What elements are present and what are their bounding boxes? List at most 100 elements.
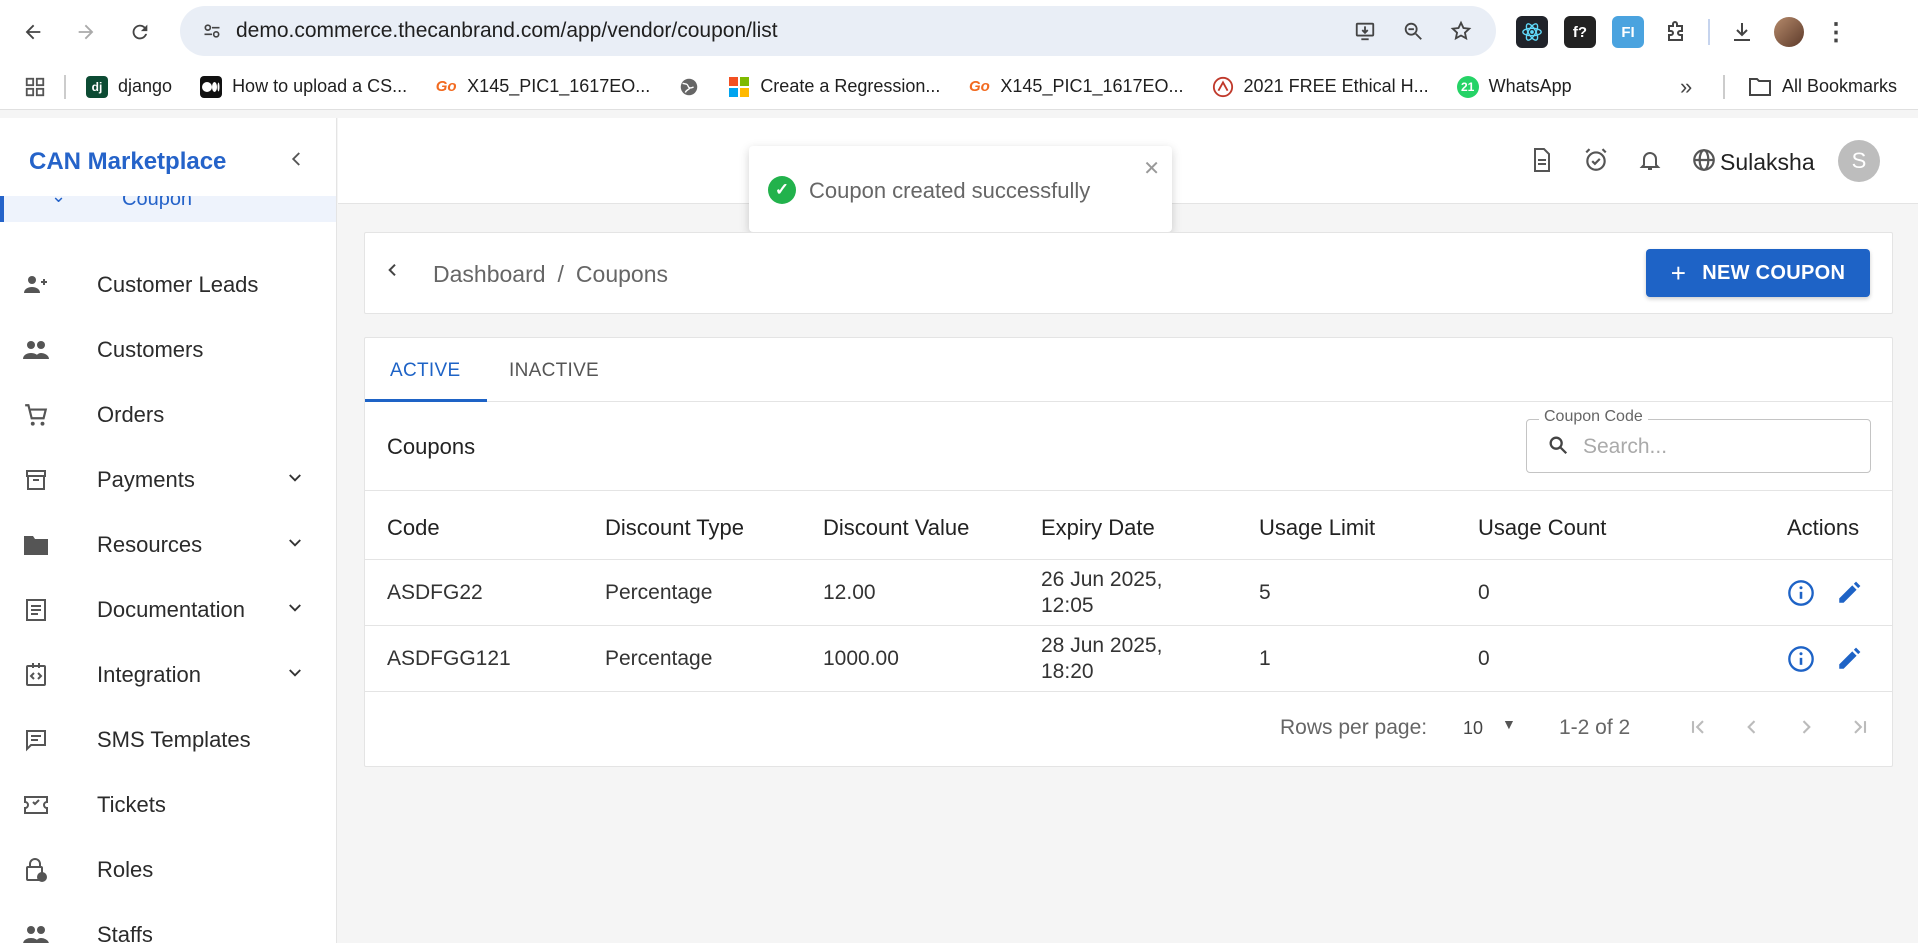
bookmark-item[interactable]: 21 WhatsApp: [1456, 75, 1572, 98]
edit-pencil-icon[interactable]: [1834, 644, 1864, 674]
bookmark-item[interactable]: Go X145_PIC1_1617EO...: [968, 76, 1184, 98]
next-page-icon[interactable]: [1793, 714, 1819, 740]
chevron-down-icon[interactable]: [286, 469, 304, 492]
close-icon[interactable]: ✕: [1143, 156, 1160, 181]
react-devtools-icon[interactable]: [1516, 16, 1548, 48]
bookmark-label: django: [118, 76, 173, 96]
lock-icon: [22, 856, 50, 884]
breadcrumb-card: Dashboard / Coupons + NEW COUPON: [364, 232, 1893, 314]
rows-per-page-select[interactable]: 10: [1463, 718, 1483, 739]
whatsapp-icon: 21: [1456, 75, 1479, 98]
bookmark-item[interactable]: [678, 76, 700, 98]
message-icon: [22, 726, 50, 754]
user-avatar[interactable]: S: [1838, 140, 1880, 182]
sidebar-item-integration[interactable]: Integration: [0, 643, 336, 707]
tab-inactive[interactable]: INACTIVE: [509, 360, 599, 382]
alarm-icon[interactable]: [1582, 146, 1610, 174]
active-tab-indicator: [365, 399, 487, 402]
sidebar-item-resources[interactable]: Resources: [0, 513, 336, 577]
bookmark-item[interactable]: How to upload a CS...: [200, 75, 407, 98]
downloads-icon[interactable]: [1726, 16, 1758, 48]
back-icon[interactable]: [15, 14, 51, 50]
sidebar-item-tickets[interactable]: Tickets: [0, 773, 336, 837]
chevron-down-icon[interactable]: [286, 534, 304, 557]
bookmark-item[interactable]: Go X145_PIC1_1617EO...: [435, 76, 651, 98]
check-circle-icon: ✓: [768, 176, 796, 204]
chevron-down-icon[interactable]: [286, 664, 304, 687]
apps-grid-icon[interactable]: [24, 76, 64, 98]
cell-expiry: 26 Jun 2025, 12:05: [1041, 567, 1201, 619]
bookmark-item[interactable]: dj django: [86, 75, 173, 98]
sidebar-item-sms-templates[interactable]: SMS Templates: [0, 708, 336, 772]
bookmark-label: X145_PIC1_1617EO...: [467, 76, 651, 96]
sidebar-item-documentation[interactable]: Documentation: [0, 578, 336, 642]
coupon-code-search[interactable]: Coupon Code Search...: [1526, 408, 1871, 473]
site-settings-icon[interactable]: [190, 21, 234, 41]
cell-usage-limit: 1: [1259, 647, 1271, 670]
back-arrow-icon[interactable]: [385, 259, 401, 285]
sidebar-item-label: Orders: [97, 402, 165, 427]
new-coupon-button[interactable]: + NEW COUPON: [1646, 249, 1870, 297]
search-input[interactable]: Search...: [1583, 435, 1667, 459]
sidebar: CAN Marketplace ⌄ Coupon Customer Leads C…: [0, 118, 337, 943]
ticket-icon: [22, 791, 50, 819]
coupon-icon: ⌄: [51, 196, 67, 206]
notification-bell-icon[interactable]: [1636, 146, 1664, 174]
tab-active[interactable]: ACTIVE: [390, 360, 460, 382]
forward-icon[interactable]: [68, 14, 104, 50]
header-discount-value: Discount Value: [823, 515, 970, 540]
sidebar-item-coupon[interactable]: ⌄ Coupon: [0, 196, 336, 222]
header-usage-limit: Usage Limit: [1259, 515, 1376, 540]
edit-pencil-icon[interactable]: [1834, 578, 1864, 608]
collapse-sidebar-icon[interactable]: [288, 148, 306, 174]
zoom-icon[interactable]: [1398, 16, 1428, 46]
fi-extension-icon[interactable]: FI: [1612, 16, 1644, 48]
cell-usage-limit: 5: [1259, 581, 1271, 604]
bookmark-star-icon[interactable]: [1446, 16, 1476, 46]
caret-down-icon[interactable]: ▼: [1502, 716, 1516, 732]
info-icon[interactable]: [1786, 644, 1816, 674]
people-icon: [22, 921, 50, 943]
header-actions: Actions: [1787, 515, 1860, 540]
profile-avatar[interactable]: [1774, 17, 1804, 47]
sidebar-item-customers[interactable]: Customers: [0, 318, 336, 382]
breadcrumb-dashboard[interactable]: Dashboard: [433, 261, 546, 288]
sidebar-item-label: Integration: [97, 662, 201, 687]
address-bar[interactable]: demo.commerce.thecanbrand.com/app/vendor…: [180, 6, 1496, 56]
sidebar-item-roles[interactable]: Roles: [0, 838, 336, 902]
sidebar-item-label: Documentation: [97, 597, 245, 622]
extensions-puzzle-icon[interactable]: [1660, 16, 1692, 48]
language-globe-icon[interactable]: [1690, 146, 1718, 174]
rows-per-page-label: Rows per page:: [1280, 716, 1428, 739]
reload-icon[interactable]: [122, 14, 158, 50]
user-name[interactable]: Sulaksha: [1720, 149, 1815, 176]
archive-icon: [22, 466, 50, 494]
cell-expiry: 28 Jun 2025, 18:20: [1041, 633, 1201, 685]
first-page-icon[interactable]: [1685, 714, 1711, 740]
all-bookmarks[interactable]: All Bookmarks: [1748, 76, 1897, 98]
last-page-icon[interactable]: [1847, 714, 1873, 740]
breadcrumb: Dashboard / Coupons: [433, 261, 668, 288]
more-bookmarks-icon[interactable]: »: [1680, 74, 1692, 100]
previous-page-icon[interactable]: [1739, 714, 1765, 740]
sidebar-item-orders[interactable]: Orders: [0, 383, 336, 447]
bookmark-item[interactable]: Create a Regression...: [728, 76, 940, 98]
more-menu-icon[interactable]: ⋮: [1820, 16, 1852, 48]
sidebar-item-payments[interactable]: Payments: [0, 448, 336, 512]
bookmark-item[interactable]: 2021 FREE Ethical H...: [1212, 76, 1429, 98]
plus-icon: +: [1670, 257, 1687, 288]
bookmarks-separator: [64, 74, 66, 99]
search-label: Coupon Code: [1539, 408, 1648, 426]
formula-extension-icon[interactable]: f?: [1564, 16, 1596, 48]
info-icon[interactable]: [1786, 578, 1816, 608]
globe-icon: [678, 76, 700, 98]
chevron-down-icon[interactable]: [286, 599, 304, 622]
document-icon[interactable]: [1528, 146, 1556, 174]
folder-icon: [1749, 77, 1771, 96]
install-app-icon[interactable]: [1350, 16, 1380, 46]
sidebar-item-staffs[interactable]: Staffs: [0, 903, 336, 943]
cell-expiry-date: 26 Jun 2025,: [1041, 568, 1163, 591]
toast-message: Coupon created successfully: [809, 178, 1091, 203]
sidebar-item-customer-leads[interactable]: Customer Leads: [0, 253, 336, 317]
header-expiry-date: Expiry Date: [1041, 515, 1155, 540]
